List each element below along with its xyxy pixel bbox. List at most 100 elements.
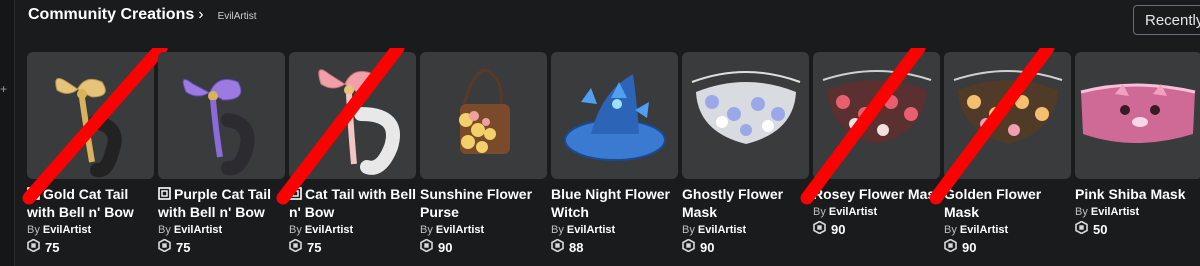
item-price: 90 (944, 238, 1075, 255)
item-creator: By EvilArtist (289, 223, 420, 237)
section-creator: EvilArtist (217, 11, 257, 22)
robux-icon (944, 238, 962, 255)
limited-icon (158, 186, 171, 200)
price-value: 90 (962, 239, 977, 255)
left-rail: + (0, 0, 15, 266)
price-value: 88 (569, 239, 584, 255)
item-name-text: Blue Night Flower Witch (551, 186, 670, 220)
item-price: 90 (682, 238, 813, 255)
item-price: 75 (27, 238, 158, 255)
price-value: 75 (307, 239, 322, 255)
creator-link[interactable]: EvilArtist (698, 224, 746, 236)
item-price: 75 (289, 238, 420, 255)
item-name-text: Sunshine Flower Purse (420, 186, 533, 220)
robux-icon (158, 238, 176, 255)
price-value: 90 (700, 239, 715, 255)
item-card[interactable]: Cat Tail with Bell n' Bow By EvilArtist 75 (276, 48, 420, 266)
price-value: 75 (176, 239, 191, 255)
price-value: 50 (1093, 221, 1108, 237)
item-name[interactable]: Cat Tail with Bell n' Bow (289, 185, 419, 221)
by-label: By (420, 224, 433, 236)
item-card[interactable]: Sunshine Flower Purse By EvilArtist 90 (420, 52, 551, 266)
robux-icon (1075, 220, 1093, 237)
item-thumbnail[interactable] (682, 52, 809, 179)
by-label: By (289, 224, 302, 236)
robux-icon (289, 238, 307, 255)
creator-link[interactable]: EvilArtist (829, 206, 877, 218)
item-price: 88 (551, 238, 682, 255)
by-label: By (813, 206, 826, 218)
sort-label: Recently (1145, 12, 1200, 29)
item-card[interactable]: Golden Flower Mask By EvilArtist 90 (929, 48, 1075, 266)
by-label: By (158, 224, 171, 236)
section-header: Community Creations › EvilArtist (28, 6, 256, 28)
limited-icon (27, 186, 40, 200)
robux-icon (551, 238, 569, 255)
item-grid: Gold Cat Tail with Bell n' Bow By EvilArt… (22, 48, 1200, 266)
item-creator: By EvilArtist (1075, 205, 1200, 219)
section-title[interactable]: Community Creations (28, 6, 194, 24)
item-creator: By EvilArtist (158, 223, 289, 237)
item-thumbnail[interactable] (420, 52, 547, 179)
item-thumbnail[interactable] (158, 52, 285, 179)
creator-link[interactable]: EvilArtist (567, 224, 615, 236)
item-price: 75 (158, 238, 289, 255)
item-thumbnail[interactable] (551, 52, 678, 179)
expand-icon[interactable]: + (0, 83, 7, 95)
item-price: 50 (1075, 220, 1200, 237)
sort-dropdown[interactable]: Recently (1133, 5, 1200, 35)
item-name[interactable]: Golden Flower Mask (944, 185, 1074, 221)
price-value: 90 (831, 221, 846, 237)
item-name[interactable]: Ghostly Flower Mask (682, 185, 812, 221)
item-card[interactable]: Ghostly Flower Mask By EvilArtist 90 (682, 52, 813, 266)
item-creator: By EvilArtist (944, 223, 1075, 237)
item-name[interactable]: Sunshine Flower Purse (420, 185, 550, 221)
item-name-text: Gold Cat Tail with Bell n' Bow (27, 186, 134, 220)
robux-icon (420, 238, 438, 255)
item-creator: By EvilArtist (551, 223, 682, 237)
item-thumbnail[interactable] (27, 52, 154, 179)
by-label: By (1075, 206, 1088, 218)
by-label: By (682, 224, 695, 236)
item-thumbnail[interactable] (944, 52, 1071, 179)
price-value: 90 (438, 239, 453, 255)
robux-icon (813, 220, 831, 237)
item-card[interactable]: Pink Shiba Mask By EvilArtist 50 (1075, 52, 1200, 266)
item-card[interactable]: Purple Cat Tail with Bell n' Bow By EvilA… (158, 52, 289, 266)
item-creator: By EvilArtist (420, 223, 551, 237)
item-name-text: Purple Cat Tail with Bell n' Bow (158, 186, 271, 220)
item-price: 90 (813, 220, 944, 237)
creator-link[interactable]: EvilArtist (1091, 206, 1139, 218)
item-name[interactable]: Pink Shiba Mask (1075, 185, 1200, 203)
item-name[interactable]: Purple Cat Tail with Bell n' Bow (158, 185, 288, 221)
item-creator: By EvilArtist (813, 205, 944, 219)
item-creator: By EvilArtist (27, 223, 158, 237)
creator-link[interactable]: EvilArtist (174, 224, 222, 236)
robux-icon (682, 238, 700, 255)
item-card[interactable]: Rosey Flower Mask By EvilArtist 90 (800, 48, 944, 266)
item-name-text: Cat Tail with Bell n' Bow (289, 186, 416, 220)
item-thumbnail[interactable] (1075, 52, 1200, 179)
robux-icon (27, 238, 45, 255)
item-name[interactable]: Gold Cat Tail with Bell n' Bow (27, 185, 157, 221)
creator-link[interactable]: EvilArtist (436, 224, 484, 236)
limited-icon (289, 186, 302, 200)
item-card[interactable]: Gold Cat Tail with Bell n' Bow By EvilArt… (22, 48, 168, 266)
item-name-text: Rosey Flower Mask (813, 186, 943, 202)
item-thumbnail[interactable] (289, 52, 416, 179)
item-card[interactable]: Blue Night Flower Witch By EvilArtist 88 (551, 52, 682, 266)
item-name[interactable]: Rosey Flower Mask (813, 185, 943, 203)
creator-link[interactable]: EvilArtist (960, 224, 1008, 236)
item-name-text: Ghostly Flower Mask (682, 186, 784, 220)
item-price: 90 (420, 238, 551, 255)
item-name-text: Pink Shiba Mask (1075, 186, 1186, 202)
creator-link[interactable]: EvilArtist (43, 224, 91, 236)
creator-link[interactable]: EvilArtist (305, 224, 353, 236)
item-creator: By EvilArtist (682, 223, 813, 237)
by-label: By (27, 224, 40, 236)
item-name[interactable]: Blue Night Flower Witch (551, 185, 681, 221)
price-value: 75 (45, 239, 60, 255)
chevron-right-icon[interactable]: › (198, 6, 203, 24)
item-thumbnail[interactable] (813, 52, 940, 179)
item-name-text: Golden Flower Mask (944, 186, 1042, 220)
